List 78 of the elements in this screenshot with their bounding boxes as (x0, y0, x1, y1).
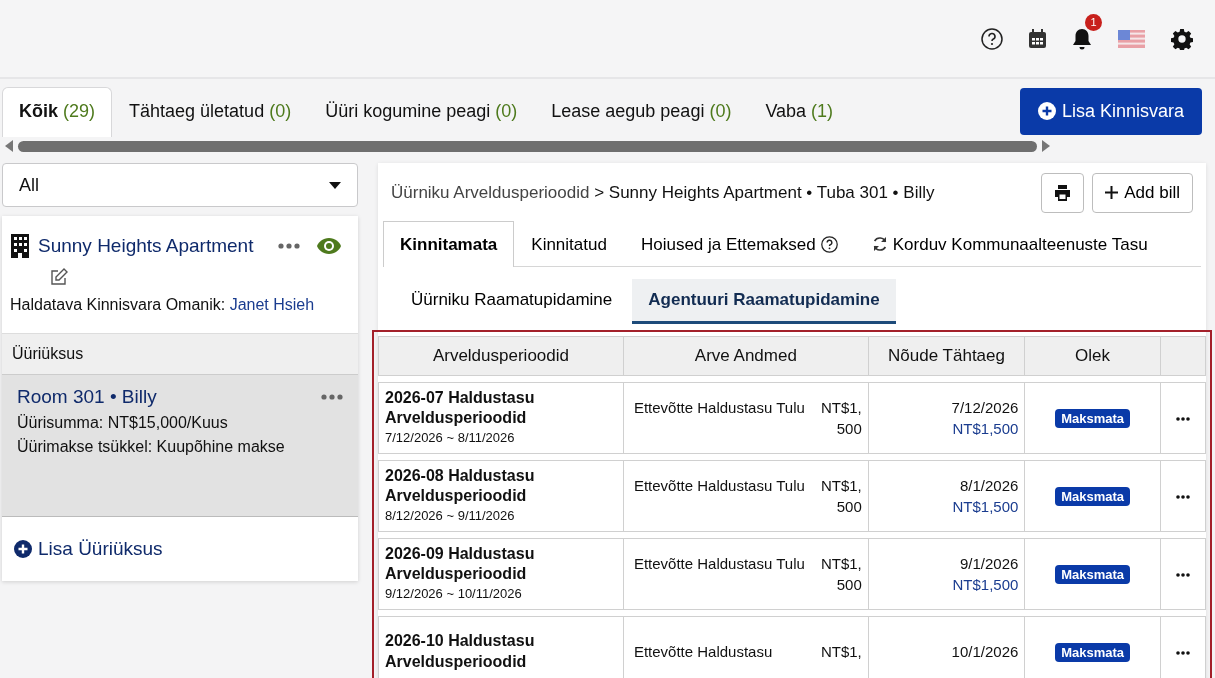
status-label: Maksmata (1055, 642, 1130, 662)
status-label: Maksmata (1055, 486, 1130, 506)
column-header: Arveldusperioodid (378, 335, 624, 376)
refresh-icon (871, 236, 888, 253)
scroll-left-icon[interactable] (4, 140, 14, 152)
period-range: 9/12/2026 ~ 10/11/2026 (385, 585, 523, 604)
filter-tab[interactable]: Üüri kogumine peagi (0) (308, 87, 535, 137)
ledger-tab[interactable]: Üürniku Raamatupidamine (395, 279, 629, 324)
unit-title: Room 301 • Billy (17, 384, 157, 409)
bill-amount: NT$1, (819, 642, 862, 662)
add-bill-button[interactable]: Add bill (1092, 173, 1193, 213)
due-date: 10/1/2026 (950, 642, 1019, 662)
bill-tab[interactable]: Kinnitamata (383, 220, 515, 267)
add-property-button[interactable]: Lisa Kinnisvara (1019, 87, 1202, 135)
bill-tab[interactable]: Kinnitatud (514, 220, 624, 267)
flag-icon[interactable] (1118, 29, 1145, 48)
breadcrumb-text: Üürniku Arveldusperioodid > Sunny Heights Apartment • Tuba 301 • Billy (391, 182, 935, 204)
printer-icon (1054, 184, 1072, 201)
payment-cycle: Üürimakse tsükkel: Kuupõhine makse (17, 437, 286, 457)
bill-amount: NT$1,500 (819, 475, 862, 517)
period-title: 2026-09 Haldustasu Arveldusperioodid (385, 543, 536, 585)
bill-tab[interactable]: Hoiused ja Ettemaksed (623, 220, 855, 267)
period-title: 2026-08 Haldustasu Arveldusperioodid (385, 465, 536, 507)
caret-icon (329, 181, 341, 189)
filter-tab[interactable]: Lease aegub peagi (0) (534, 87, 749, 137)
help-icon[interactable] (981, 27, 1003, 50)
column-header: Nõude Tähtaeg (868, 335, 1026, 376)
bill-amount: NT$1,500 (819, 553, 862, 595)
status-label: Maksmata (1055, 408, 1130, 428)
settings-icon[interactable] (1171, 27, 1193, 50)
owner-name[interactable]: Janet Hsieh (229, 295, 315, 313)
period-title: 2026-07 Haldustasu Arveldusperioodid (385, 387, 536, 429)
bell-icon[interactable] (1072, 27, 1092, 50)
status-label: Maksmata (1055, 564, 1130, 584)
bill-item: Ettevõtte Haldustasu Tulu (633, 475, 805, 496)
eye-icon[interactable] (316, 237, 342, 256)
due-date: 8/1/2026 (958, 475, 1019, 496)
due-amount: NT$1,500 (951, 418, 1019, 439)
filter-select[interactable]: All (2, 163, 358, 207)
plus-icon (1105, 186, 1119, 200)
edit-icon[interactable] (50, 268, 68, 287)
notification-badge: 1 (1085, 13, 1102, 31)
scrollbar-thumb[interactable] (18, 140, 1037, 152)
filter-tab[interactable]: Tähtaeg ületatud (0) (112, 87, 309, 137)
building-icon (10, 234, 30, 259)
add-unit-link[interactable]: Lisa Üüriüksus (38, 534, 163, 563)
more-icon[interactable] (1175, 417, 1190, 422)
bill-item: Ettevõtte Haldustasu (633, 642, 773, 662)
plus-icon (14, 539, 32, 558)
unit-item[interactable]: Room 301 • Billy Üürisumma: NT$15,000/Kuus Üürimakse tsükkel: Kuupõhine makse (2, 374, 358, 517)
more-icon[interactable] (1175, 573, 1190, 578)
due-date: 7/12/2026 (950, 397, 1019, 418)
column-header: Olek (1025, 335, 1161, 376)
period-range: 8/12/2026 ~ 9/11/2026 (385, 507, 516, 526)
period-range: 7/12/2026 ~ 8/11/2026 (385, 429, 516, 448)
property-name[interactable]: Sunny Heights Apartment (38, 232, 254, 261)
more-icon[interactable] (1175, 651, 1190, 656)
plus-icon (1037, 102, 1056, 120)
print-button[interactable] (1041, 173, 1085, 213)
help-icon (820, 235, 838, 253)
filter-tab[interactable]: Vaba (1) (748, 87, 851, 137)
section-heading: Üüriüksus (2, 332, 358, 375)
due-date: 9/1/2026 (958, 553, 1019, 574)
column-header: Arve Andmed (623, 335, 869, 376)
more-icon[interactable] (1175, 495, 1190, 500)
bill-amount: NT$1,500 (819, 397, 862, 439)
bill-item: Ettevõtte Haldustasu Tulu (633, 553, 805, 574)
due-amount: NT$1,500 (951, 496, 1019, 517)
bill-tab[interactable]: Korduv Kommunaalteenuste Tasu (854, 220, 1165, 267)
scroll-right-icon[interactable] (1041, 140, 1051, 152)
rent-amount: Üürisumma: NT$15,000/Kuus (17, 413, 229, 433)
due-amount: NT$1,500 (951, 574, 1019, 595)
bill-item: Ettevõtte Haldustasu Tulu (633, 397, 805, 418)
filter-tab[interactable]: Kõik (29) (2, 87, 113, 137)
ledger-tab[interactable]: Agentuuri Raamatupidamine (632, 279, 896, 324)
owner-label: Haldatava Kinnisvara Omanik: (10, 295, 227, 313)
calendar-icon[interactable] (1029, 29, 1046, 48)
period-title: 2026-10 Haldustasu Arveldusperioodid (385, 630, 536, 672)
